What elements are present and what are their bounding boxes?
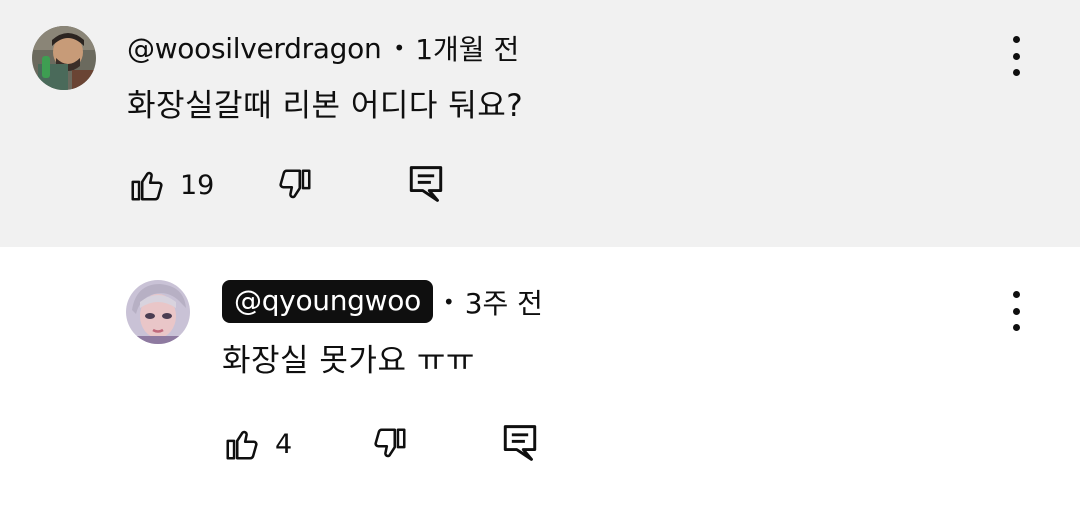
like-button[interactable]: 4: [223, 425, 292, 463]
comment-timestamp[interactable]: 3주 전: [465, 282, 543, 322]
comment-author-handle[interactable]: @woosilverdragon: [127, 32, 382, 65]
thumbs-up-icon: [131, 171, 163, 201]
reply-button[interactable]: [408, 164, 444, 204]
more-vertical-icon: [1012, 324, 1020, 331]
reply-icon: [409, 166, 443, 202]
more-vertical-icon: [1012, 52, 1020, 60]
more-vertical-icon: [1012, 69, 1020, 76]
meta-separator: •: [442, 289, 455, 314]
comment-text: 화장실 못가요 ㅠㅠ: [222, 343, 475, 379]
thumbs-down-icon: [374, 428, 406, 458]
like-button[interactable]: 19: [128, 166, 214, 204]
comment-timestamp[interactable]: 1개월 전: [415, 28, 519, 68]
reply-button[interactable]: [502, 423, 538, 463]
thumbs-up-icon: [226, 430, 258, 460]
dislike-button[interactable]: [371, 425, 409, 463]
comment-thread-item: @woosilverdragon • 1개월 전 화장실갈때 리본 어디다 둬요…: [0, 0, 1080, 247]
more-vertical-icon: [1012, 36, 1020, 43]
user-avatar-icon: [126, 280, 190, 344]
avatar[interactable]: [126, 280, 190, 344]
comment-text: 화장실갈때 리본 어디다 둬요?: [127, 88, 524, 124]
dislike-button[interactable]: [276, 166, 314, 204]
user-avatar-icon: [32, 26, 96, 90]
like-count: 19: [180, 169, 215, 201]
comment-reply-item: @qyoungwoo • 3주 전 화장실 못가요 ㅠㅠ 4: [0, 247, 1080, 513]
meta-separator: •: [393, 36, 406, 60]
more-options-button[interactable]: [1004, 289, 1028, 333]
comment-author-handle[interactable]: @qyoungwoo: [222, 280, 433, 323]
thumbs-down-icon: [279, 169, 311, 199]
like-count: 4: [275, 428, 293, 460]
more-vertical-icon: [1012, 307, 1020, 315]
reply-icon: [503, 425, 537, 461]
more-vertical-icon: [1012, 291, 1020, 298]
avatar[interactable]: [32, 26, 96, 90]
more-options-button[interactable]: [1004, 34, 1028, 78]
